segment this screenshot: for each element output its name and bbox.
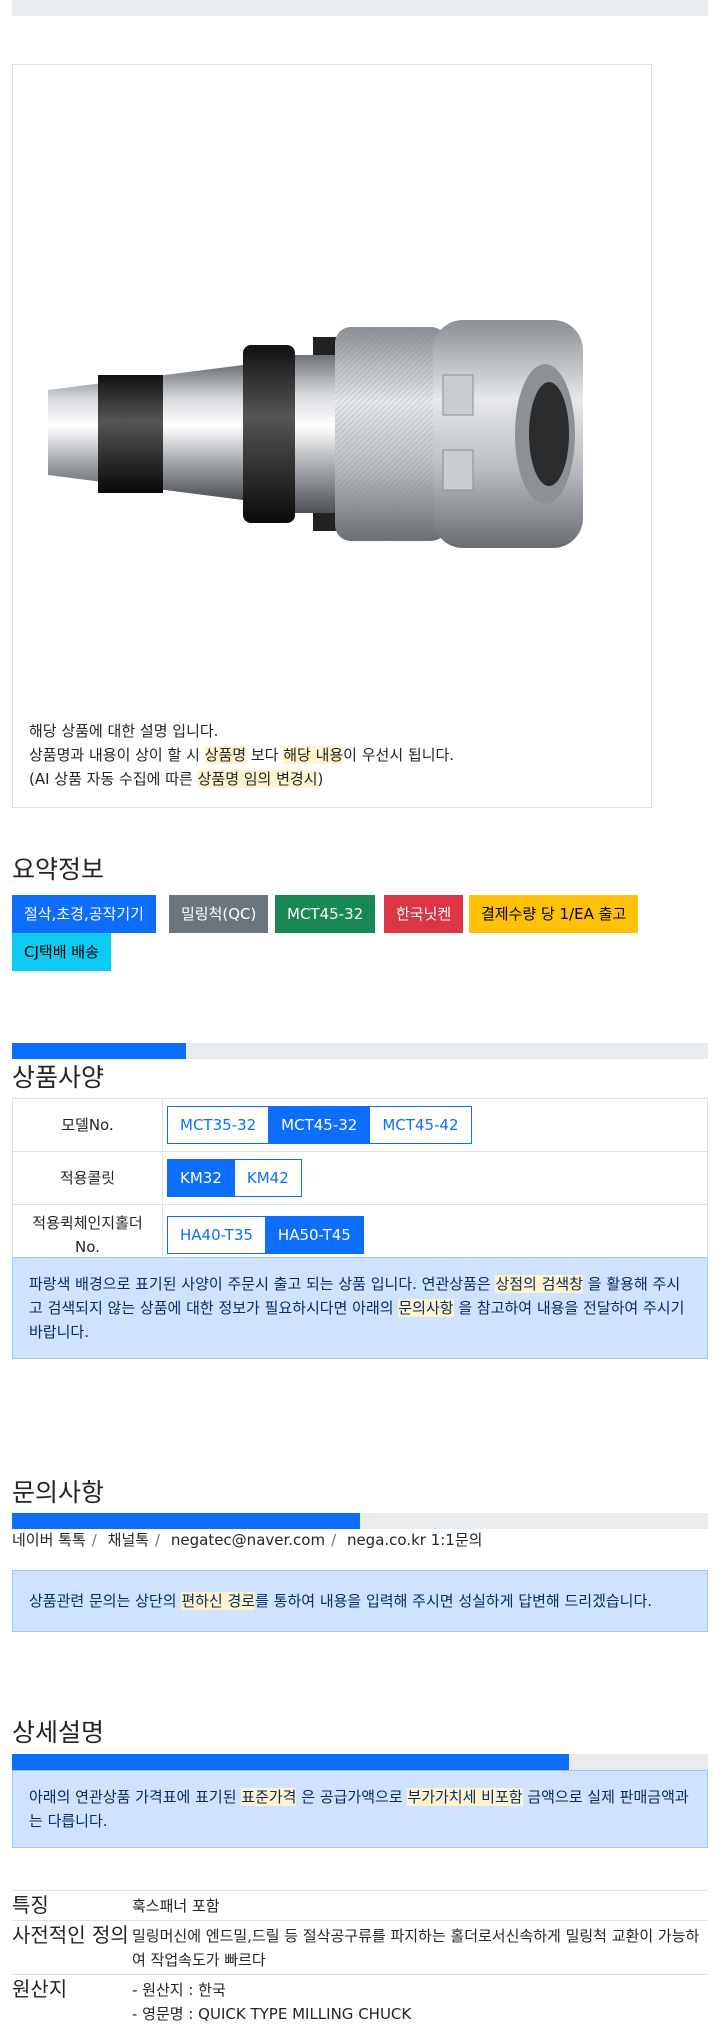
option-km32[interactable]: KM32	[167, 1159, 235, 1197]
top-divider	[12, 0, 708, 16]
desc-line-3: (AI 상품 자동 수집에 따른 상품명 임의 변경시)	[29, 770, 324, 788]
inquiry-progress	[12, 1513, 708, 1529]
feature-key: 특징	[12, 1890, 132, 1921]
desc-line-1: 해당 상품에 대한 설명 입니다.	[29, 722, 219, 740]
spec-notice: 파랑색 배경으로 표기된 사양이 주문시 출고 되는 상품 입니다. 연관상품은…	[12, 1257, 708, 1359]
spec-title: 상품사양	[12, 1063, 105, 1092]
summary-title: 요약정보	[12, 855, 105, 884]
collet-options: KM32 KM42	[167, 1159, 302, 1197]
product-image-card: 해당 상품에 대한 설명 입니다. 상품명과 내용이 상이 할 시 상품명 보다…	[12, 64, 652, 808]
feature-value: 밀링머신에 엔드밀,드릴 등 절삭공구류를 파지하는 홀더로서신속하게 밀링척 …	[132, 1927, 700, 1969]
image-description: 해당 상품에 대한 설명 입니다. 상품명과 내용이 상이 할 시 상품명 보다…	[29, 719, 454, 791]
highlight-content: 해당 내용	[283, 746, 344, 764]
inquiry-title: 문의사항	[12, 1478, 105, 1507]
badge-subcategory: 밀링척(QC)	[169, 895, 269, 933]
spec-row-collet: 적용콜릿 KM32 KM42	[12, 1151, 708, 1205]
model-options: MCT35-32 MCT45-32 MCT45-42	[167, 1106, 472, 1144]
badge-model: MCT45-32	[275, 895, 376, 933]
badge-shipping: CJ택배 배송	[12, 933, 111, 971]
feature-value: 훅스패너 포함	[132, 1897, 220, 1915]
option-mct35-32[interactable]: MCT35-32	[167, 1106, 270, 1144]
detail-title: 상세설명	[12, 1718, 105, 1747]
detail-notice: 아래의 연관상품 가격표에 표기된 표준가격 은 공급가액으로 부가가치세 비포…	[12, 1770, 708, 1848]
feature-row: 특징 훅스패너 포함	[12, 1890, 708, 1921]
channel-website-qna[interactable]: nega.co.kr 1:1문의	[347, 1531, 483, 1549]
feature-key: 사전적인 정의	[12, 1920, 132, 1975]
inquiry-notice: 상품관련 문의는 상단의 편하신 경로를 통하여 내용을 입력해 주시면 성실하…	[12, 1570, 708, 1632]
option-mct45-42[interactable]: MCT45-42	[369, 1106, 472, 1144]
highlight-route: 편하신 경로	[181, 1592, 256, 1610]
holder-options: HA40-T35 HA50-T45	[167, 1216, 364, 1254]
highlight-standard-price: 표준가격	[241, 1788, 297, 1806]
feature-value: - 원산지 : 한국	[132, 1981, 226, 1999]
feature-row: 사전적인 정의 밀링머신에 엔드밀,드릴 등 절삭공구류를 파지하는 홀더로서신…	[12, 1920, 708, 1975]
feature-table: 특징 훅스패너 포함 사전적인 정의 밀링머신에 엔드밀,드릴 등 절삭공구류를…	[12, 1890, 708, 2028]
highlight-vat: 부가가치세 비포함	[407, 1788, 523, 1806]
feature-row: 원산지 - 원산지 : 한국 - 영문명 : QUICK TYPE MILLIN…	[12, 1974, 708, 2028]
option-km42[interactable]: KM42	[233, 1159, 302, 1197]
detail-progress	[12, 1754, 708, 1770]
highlight-rename: 상품명 임의 변경시	[197, 770, 318, 788]
badge-category: 절삭,초경,공작기기	[12, 895, 156, 933]
spec-label-model: 모델No.	[12, 1098, 163, 1152]
highlight-product-name: 상품명	[204, 746, 247, 764]
highlight-store-search: 상점의 검색창	[495, 1275, 584, 1293]
option-mct45-32[interactable]: MCT45-32	[268, 1106, 371, 1144]
badge-quantity: 결제수량 당 1/EA 출고	[469, 895, 639, 933]
desc-line-2: 상품명과 내용이 상이 할 시 상품명 보다 해당 내용이 우선시 됩니다.	[29, 746, 455, 764]
product-image	[48, 320, 583, 548]
spec-progress	[12, 1043, 708, 1059]
spec-row-model: 모델No. MCT35-32 MCT45-32 MCT45-42	[12, 1098, 708, 1152]
channel-email[interactable]: negatec@naver.com	[171, 1531, 325, 1549]
badge-brand: 한국닛켄	[384, 895, 464, 933]
option-ha40-t35[interactable]: HA40-T35	[167, 1216, 266, 1254]
inquiry-channels: 네이버 톡톡 / 채널톡 / negatec@naver.com / nega.co.…	[12, 1531, 483, 1549]
channel-channeltalk[interactable]: 채널톡	[108, 1531, 149, 1549]
spec-label-collet: 적용콜릿	[12, 1151, 163, 1205]
spec-table: 모델No. MCT35-32 MCT45-32 MCT45-42 적용콜릿 KM…	[12, 1098, 708, 1266]
option-ha50-t45[interactable]: HA50-T45	[264, 1216, 364, 1254]
channel-naver-talk[interactable]: 네이버 톡톡	[12, 1531, 86, 1549]
feature-key: 원산지	[12, 1974, 132, 2028]
feature-value: - 영문명 : QUICK TYPE MILLING CHUCK	[132, 2005, 412, 2023]
highlight-inquiry: 문의사항	[398, 1299, 454, 1317]
